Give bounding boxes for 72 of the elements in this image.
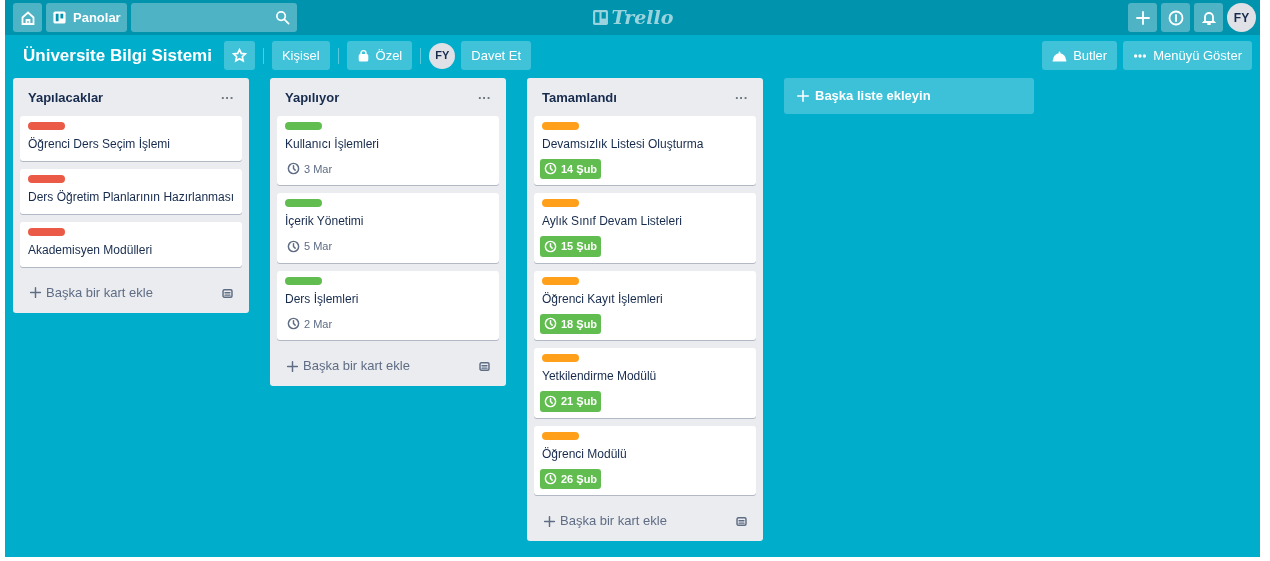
clock-icon — [287, 239, 300, 253]
card-title: Yetkilendirme Modülü — [542, 368, 658, 385]
logo-icon — [591, 9, 609, 26]
clock-icon — [287, 317, 300, 331]
task-card[interactable]: Ders İşlemleri 2 Mar — [277, 270, 499, 340]
home-icon — [19, 9, 36, 26]
task-card[interactable]: Aylık Sınıf Devam Listeleri 15 Şub — [534, 193, 756, 263]
due-date-badge: 15 Şub — [540, 236, 602, 257]
logo-text: Trello — [611, 5, 674, 31]
plus-icon — [286, 359, 299, 373]
lock-icon — [356, 49, 370, 62]
card-title: Ders Öğretim Planlarının Hazırlanması — [28, 188, 234, 206]
task-card[interactable]: Akademisyen Modülleri — [20, 221, 242, 267]
task-card[interactable]: Kullanıcı İşlemleri 3 Mar — [277, 115, 499, 185]
plus-icon — [1134, 9, 1151, 26]
list-title[interactable]: Yapılıyor — [285, 88, 340, 108]
info-icon — [1167, 9, 1184, 26]
due-date-badge: 14 Şub — [540, 158, 602, 179]
template-icon — [478, 360, 491, 374]
plus-icon — [29, 286, 42, 299]
add-card-button[interactable]: Başka bir kart ekle — [542, 510, 668, 532]
due-date: 2 Mar — [283, 313, 337, 334]
clock-icon — [544, 472, 557, 486]
add-card-button[interactable]: Başka bir kart ekle — [28, 281, 154, 304]
star-button[interactable] — [223, 41, 255, 70]
list-menu-button[interactable]: ··· — [735, 88, 748, 108]
clock-icon — [544, 162, 557, 176]
card-title: Aylık Sınıf Devam Listeleri — [542, 213, 683, 230]
member-avatar[interactable]: FY — [429, 42, 456, 69]
template-icon — [221, 286, 234, 300]
search-icon — [274, 10, 290, 25]
card-title: Akademisyen Modülleri — [28, 241, 154, 259]
clock-icon — [544, 317, 557, 331]
task-card[interactable]: İçerik Yönetimi 5 Mar — [277, 193, 499, 263]
search-field[interactable] — [130, 3, 297, 32]
due-date: 3 Mar — [283, 158, 337, 179]
clock-icon — [287, 162, 300, 176]
plus-icon — [543, 514, 556, 528]
card-title: Öğrenci Kayıt İşlemleri — [542, 290, 664, 308]
card-title: Devamsızlık Listesi Oluşturma — [542, 135, 705, 153]
card-title: İçerik Yönetimi — [285, 213, 365, 230]
task-card[interactable]: Öğrenci Modülü 26 Şub — [534, 425, 756, 495]
boards-icon — [52, 10, 67, 25]
list-title[interactable]: Tamamlandı — [542, 88, 617, 108]
bell-icon — [1200, 9, 1217, 26]
notifications-button[interactable] — [1194, 3, 1223, 32]
card-title: Kullanıcı İşlemleri — [285, 135, 381, 153]
task-card[interactable]: Öğrenci Ders Seçim İşlemi — [20, 115, 242, 161]
task-card[interactable]: Ders Öğretim Planlarının Hazırlanması — [20, 168, 242, 214]
card-title: Öğrenci Ders Seçim İşlemi — [28, 135, 172, 153]
user-avatar[interactable]: FY — [1227, 3, 1256, 32]
card-title: Ders İşlemleri — [285, 290, 360, 308]
add-card-button[interactable]: Başka bir kart ekle — [285, 355, 411, 377]
list-menu-button[interactable]: ··· — [478, 88, 491, 108]
list-menu-button[interactable]: ··· — [221, 88, 234, 108]
home-button[interactable] — [13, 3, 42, 32]
template-icon — [735, 515, 748, 529]
card-title: Öğrenci Modülü — [542, 445, 628, 463]
clock-icon — [544, 394, 557, 408]
plus-icon — [796, 89, 810, 103]
list-title[interactable]: Yapılacaklar — [28, 88, 104, 108]
task-card[interactable]: Devamsızlık Listesi Oluşturma 14 Şub — [534, 115, 756, 185]
due-date: 5 Mar — [283, 236, 337, 257]
clock-icon — [544, 239, 557, 253]
task-card[interactable]: Öğrenci Kayıt İşlemleri 18 Şub — [534, 270, 756, 340]
bell-dome-icon — [1052, 48, 1068, 63]
due-date-badge: 21 Şub — [540, 391, 602, 412]
task-card[interactable]: Yetkilendirme Modülü 21 Şub — [534, 348, 756, 418]
create-button[interactable] — [1128, 3, 1157, 32]
due-date-badge: 18 Şub — [540, 313, 602, 334]
info-button[interactable] — [1161, 3, 1190, 32]
due-date-badge: 26 Şub — [540, 468, 602, 489]
